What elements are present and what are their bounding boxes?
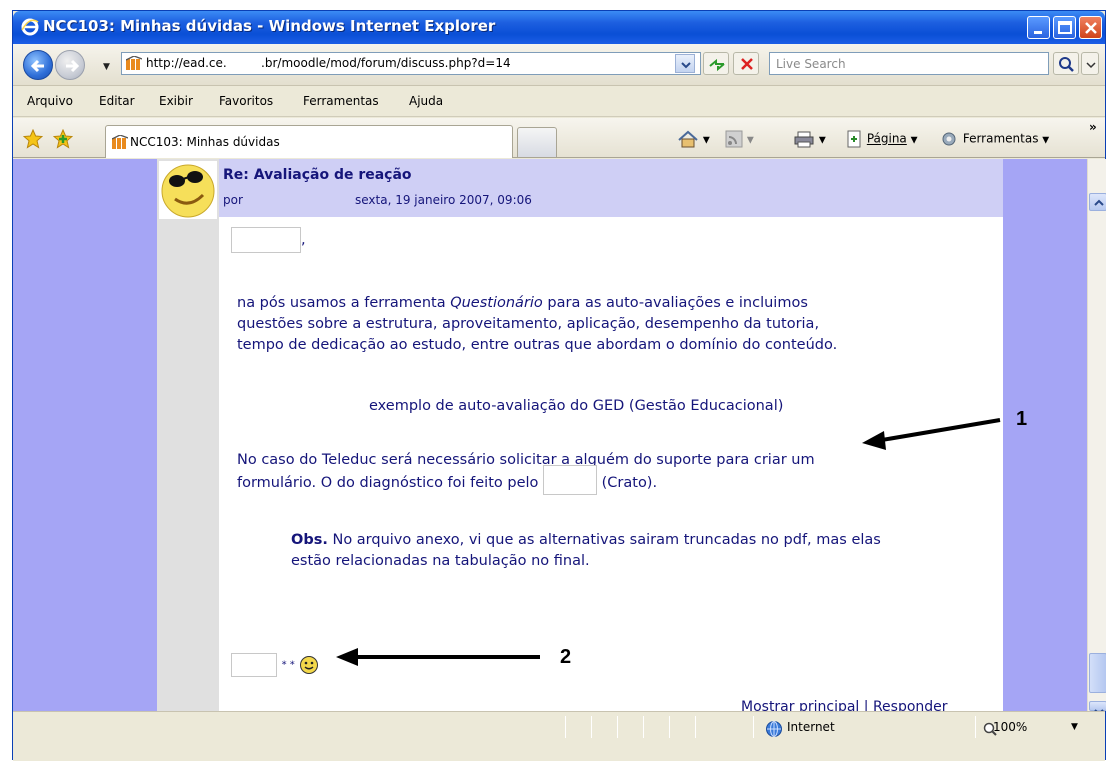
annotation-arrow-2 xyxy=(336,648,540,666)
annotation-label-2: 2 xyxy=(560,646,572,668)
annotation-overlay xyxy=(336,418,1001,666)
annotation-label-1: 1 xyxy=(1016,408,1028,430)
annotation-arrow-1 xyxy=(862,418,1001,450)
